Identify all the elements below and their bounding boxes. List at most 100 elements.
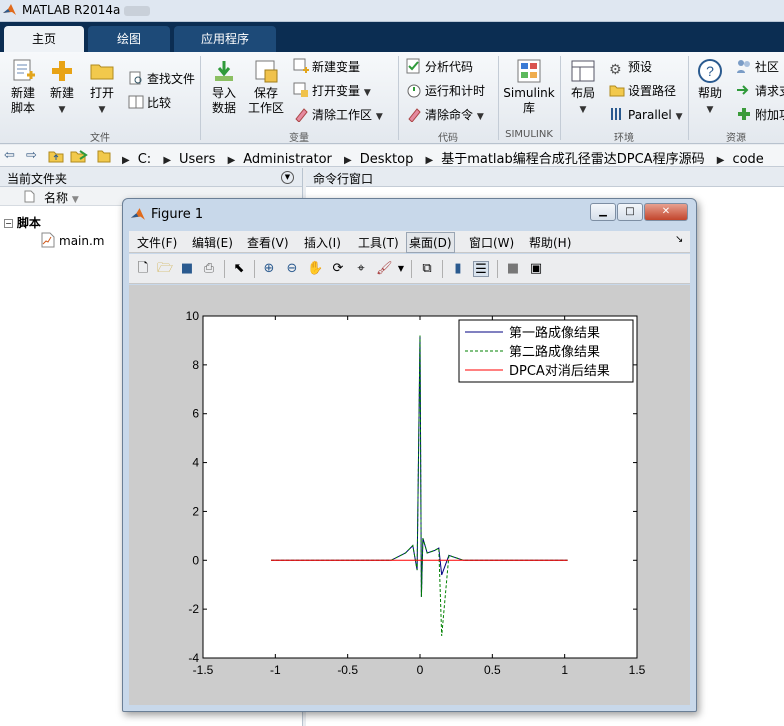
- help-button[interactable]: ? 帮助 ▼: [694, 58, 726, 118]
- find-files-button[interactable]: 查找文件: [128, 70, 195, 87]
- breadcrumb-item[interactable]: Desktop: [360, 152, 414, 167]
- zoom-in-icon[interactable]: ⊕: [261, 261, 277, 277]
- preferences-button[interactable]: ⚙ 预设: [609, 58, 652, 78]
- dock-arrow-icon[interactable]: ↘: [675, 234, 683, 245]
- pointer-icon[interactable]: ⬉: [231, 261, 247, 277]
- breadcrumb-separator: ▶: [163, 155, 172, 166]
- run-and-time-button[interactable]: 运行和计时: [406, 82, 485, 99]
- minimize-button[interactable]: ▁: [590, 203, 616, 221]
- breadcrumb-item[interactable]: Users: [179, 152, 215, 167]
- zoom-out-icon[interactable]: ⊖: [284, 261, 300, 277]
- clear-workspace-label: 清除工作区: [312, 108, 373, 122]
- file-icon: [24, 190, 35, 203]
- clear-commands-button[interactable]: 清除命令 ▼: [406, 106, 484, 123]
- pan-icon[interactable]: ✋: [307, 261, 323, 277]
- data-cursor-icon[interactable]: ⌖: [353, 261, 369, 277]
- menu-help[interactable]: 帮助(H): [529, 234, 571, 251]
- simulink-library-button[interactable]: Simulink 库: [503, 58, 555, 116]
- menu-view[interactable]: 查看(V): [247, 234, 289, 251]
- legend-entry: 第二路成像结果: [509, 344, 600, 360]
- new-script-button[interactable]: 新建 脚本: [6, 58, 40, 116]
- open-variable-icon: [293, 82, 308, 97]
- close-button[interactable]: ✕: [644, 203, 688, 221]
- layout-button[interactable]: 布局 ▼: [566, 58, 600, 118]
- collapse-icon[interactable]: −: [4, 219, 13, 228]
- menu-edit[interactable]: 编辑(E): [192, 234, 233, 251]
- maximize-button[interactable]: □: [617, 203, 643, 221]
- current-folder-title: 当前文件夹: [7, 172, 68, 186]
- clear-workspace-button[interactable]: 清除工作区 ▼: [293, 106, 383, 123]
- import-data-button[interactable]: 导入 数据: [207, 58, 241, 116]
- set-path-button[interactable]: 设置路径: [609, 82, 676, 99]
- add-ons-label: 附加功: [755, 108, 784, 122]
- breadcrumb: ▶ C: ▶ Users ▶ Administrator ▶ Desktop ▶ 基于ma…: [118, 148, 768, 167]
- save-workspace-button[interactable]: 保存 工作区: [246, 58, 286, 116]
- simulink-library-icon: [517, 59, 541, 83]
- y-tick-label: -4: [188, 651, 199, 665]
- folder-icon: [97, 150, 111, 163]
- new-button[interactable]: 新建 ▼: [46, 58, 78, 118]
- add-ons-button[interactable]: 附加功: [736, 106, 784, 123]
- open-variable-button[interactable]: 打开变量 ▼: [293, 82, 371, 99]
- breadcrumb-item[interactable]: C:: [138, 152, 151, 167]
- breadcrumb-item[interactable]: Administrator: [243, 152, 332, 167]
- x-tick-label: 0.5: [484, 663, 501, 677]
- up-folder-icon[interactable]: [48, 149, 64, 163]
- layout-icon: [571, 60, 595, 82]
- hide-plot-tools-icon[interactable]: ■: [505, 261, 521, 277]
- menu-file[interactable]: 文件(F): [137, 234, 177, 251]
- print-icon[interactable]: ⎙: [201, 261, 217, 277]
- community-button[interactable]: 社区: [736, 58, 779, 75]
- menu-tools[interactable]: 工具(T): [358, 234, 399, 251]
- blurred-region: [124, 6, 150, 16]
- group-label-environment: 环境: [614, 133, 634, 144]
- forward-arrow-icon[interactable]: ⇨: [26, 148, 37, 163]
- analyze-code-button[interactable]: 分析代码: [406, 58, 473, 75]
- tab-apps[interactable]: 应用程序: [174, 26, 276, 52]
- request-support-icon: [737, 85, 749, 95]
- breadcrumb-item[interactable]: code: [732, 152, 763, 167]
- request-support-button[interactable]: 请求支: [736, 82, 784, 99]
- new-label: 新建: [49, 86, 74, 100]
- breadcrumb-item[interactable]: 基于matlab编程合成孔径雷达DPCA程序源码: [441, 152, 704, 167]
- toolbar-divider: [442, 260, 443, 278]
- parallel-button[interactable]: Parallel ▼: [609, 106, 682, 122]
- column-name[interactable]: 名称 ▼: [44, 189, 79, 206]
- tab-home[interactable]: 主页: [4, 26, 84, 52]
- x-tick-label: -1: [270, 663, 281, 677]
- import-label-1: 导入: [211, 86, 236, 100]
- compare-button[interactable]: 比较: [128, 94, 171, 111]
- show-plot-tools-icon[interactable]: ▣: [528, 261, 544, 277]
- menu-window[interactable]: 窗口(W): [469, 234, 514, 251]
- chevron-down-icon: ▼: [58, 105, 66, 115]
- rotate-icon[interactable]: ⟳: [330, 261, 346, 277]
- colorbar-icon[interactable]: ▮: [450, 261, 466, 277]
- open-file-icon[interactable]: 🗁: [157, 261, 173, 277]
- save-icon[interactable]: ■: [179, 261, 195, 277]
- line-chart: -1.5 -1 -0.5 0 0.5 1 1.5 -4 -2 0 2 4 6 8 10 第一路成像结果第二路成…: [186, 309, 646, 677]
- new-variable-button[interactable]: 新建变量: [293, 58, 360, 75]
- chevron-down-icon[interactable]: ▼: [393, 261, 409, 277]
- browse-folder-icon[interactable]: [70, 149, 88, 163]
- chevron-down-icon: ▼: [375, 112, 383, 122]
- tab-plots[interactable]: 绘图: [88, 26, 170, 52]
- tree-file[interactable]: main.m: [40, 232, 105, 248]
- menu-desktop[interactable]: 桌面(D): [406, 232, 455, 253]
- link-plot-icon[interactable]: ⧉: [419, 261, 435, 277]
- panel-menu-icon[interactable]: ▼: [281, 171, 294, 184]
- toolbar-divider: [254, 260, 255, 278]
- menu-insert[interactable]: 插入(I): [304, 234, 341, 251]
- open-button[interactable]: 打开 ▼: [86, 58, 118, 118]
- minimize-icon: ▁: [599, 206, 607, 217]
- group-label-code: 代码: [438, 133, 458, 144]
- compare-label: 比较: [147, 96, 172, 110]
- group-divider: [498, 56, 499, 140]
- x-tick-label: -0.5: [337, 663, 358, 677]
- new-figure-icon[interactable]: 🗋: [135, 261, 151, 277]
- back-arrow-icon[interactable]: ⇦: [4, 148, 15, 163]
- legend-icon[interactable]: ☰: [473, 261, 489, 277]
- group-divider: [200, 56, 201, 140]
- layout-label: 布局: [570, 86, 595, 100]
- tree-folder[interactable]: − 脚本: [4, 214, 41, 231]
- brush-icon[interactable]: 🖌: [376, 261, 393, 277]
